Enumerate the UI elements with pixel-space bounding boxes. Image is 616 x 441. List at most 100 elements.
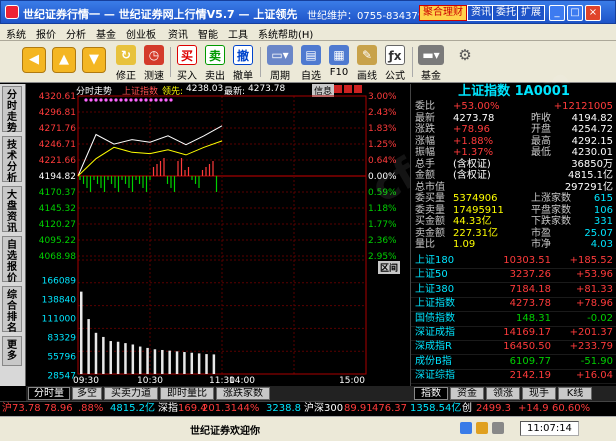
period-button[interactable]: ▭▾ 周期 bbox=[265, 45, 295, 82]
cancel-order-icon: 撤 bbox=[233, 45, 253, 65]
quote-row: 振幅 +1.37% 最低 4230.01 bbox=[411, 147, 616, 158]
price-tick-label: 4296.81 bbox=[39, 108, 76, 118]
quote-label: 买金额 bbox=[415, 216, 445, 227]
fund-icon: ▬▾ bbox=[418, 45, 444, 65]
quote-label-2: 市盈 bbox=[531, 227, 551, 239]
ticker-hs300-change: 476.37 bbox=[372, 403, 407, 414]
formula-button[interactable]: ƒx 公式 bbox=[382, 45, 408, 82]
event-marker bbox=[164, 98, 168, 102]
window-title: 世纪证券行情一 — 世纪证券网上行情V5.7 — 上证领先 bbox=[23, 8, 298, 21]
volume-bar bbox=[138, 346, 142, 374]
wealth-button[interactable]: 聚合理财 bbox=[419, 5, 467, 21]
time-tick-label: 14:00 bbox=[229, 376, 255, 386]
tab-volume-ratio[interactable]: 即时量比 bbox=[160, 387, 214, 400]
event-marker bbox=[139, 98, 143, 102]
volume-bar bbox=[212, 354, 216, 374]
menu-analysis[interactable]: 分析 bbox=[66, 26, 86, 41]
quote-value: 4273.78 bbox=[453, 112, 495, 124]
tab-intraday[interactable]: 分时走势 bbox=[2, 86, 22, 134]
settings-button[interactable]: ⚙ bbox=[452, 45, 478, 65]
menu-smart[interactable]: 智能 bbox=[198, 26, 218, 41]
sell-button[interactable]: 卖卖出 bbox=[202, 45, 228, 82]
tab-buy-sell-power[interactable]: 买卖力道 bbox=[104, 387, 158, 400]
maximize-icon[interactable]: □ bbox=[567, 5, 583, 21]
extend-button[interactable]: 扩展 bbox=[517, 5, 545, 21]
watchlist-button[interactable]: ▤ 自选 bbox=[298, 45, 324, 82]
speed-test-button[interactable]: ◷ 测速 bbox=[141, 45, 167, 82]
tab-long-short[interactable]: 多空 bbox=[72, 387, 102, 400]
gear-icon: ⚙ bbox=[458, 46, 472, 64]
range-button[interactable]: 区间 bbox=[378, 261, 401, 274]
close-icon[interactable]: × bbox=[585, 5, 601, 21]
volume-tick-label: 166089 bbox=[42, 277, 77, 287]
tab-more[interactable]: 更多 bbox=[2, 336, 22, 366]
network-icon[interactable] bbox=[460, 422, 472, 434]
fund-button[interactable]: ▬▾ 基金 bbox=[416, 45, 446, 82]
tab-ranking[interactable]: 综合排名 bbox=[2, 286, 22, 334]
tab-kline[interactable]: K线 bbox=[558, 387, 592, 400]
buy-button[interactable]: 买买入 bbox=[174, 45, 200, 82]
quote-value: 227.31亿 bbox=[453, 227, 498, 239]
ticker-sh-change: 78.96 bbox=[44, 403, 73, 414]
event-marker bbox=[154, 98, 158, 102]
cancel-order-button[interactable]: 撤撤单 bbox=[230, 45, 256, 82]
lock-icon[interactable] bbox=[492, 422, 504, 434]
quote-value: 1.09 bbox=[453, 239, 476, 250]
tab-leaders[interactable]: 领涨 bbox=[486, 387, 520, 400]
event-marker bbox=[109, 98, 113, 102]
tab-capital[interactable]: 资金 bbox=[450, 387, 484, 400]
tab-index[interactable]: 指数 bbox=[414, 387, 448, 400]
event-marker bbox=[94, 98, 98, 102]
volume-bar bbox=[131, 344, 135, 374]
event-marker bbox=[119, 98, 123, 102]
alert-icon[interactable] bbox=[476, 422, 488, 434]
ticker-gem-change: +14.9 bbox=[518, 403, 549, 414]
volume-bar bbox=[87, 319, 90, 374]
quote-row: 最新 4273.78 昨收 4194.82 bbox=[411, 113, 616, 124]
price-tick-label: 4320.61 bbox=[39, 92, 76, 102]
quote-value-2: 4815.1亿 bbox=[568, 170, 613, 181]
price-tick-label: 4246.71 bbox=[39, 140, 76, 150]
menu-help[interactable]: 系统帮助(H) bbox=[258, 26, 313, 41]
clock-icon: ◷ bbox=[144, 45, 164, 65]
news-button[interactable]: 资讯 bbox=[467, 5, 495, 21]
tab-volume[interactable]: 分时量 bbox=[28, 387, 70, 400]
menu-tools[interactable]: 工具 bbox=[228, 26, 248, 41]
up-arrow-icon[interactable]: ▲ bbox=[52, 47, 76, 73]
menu-news[interactable]: 资讯 bbox=[168, 26, 188, 41]
tab-watchlist[interactable]: 自选报价 bbox=[2, 236, 22, 284]
volume-bar bbox=[116, 341, 120, 374]
quote-value: (含权证) bbox=[453, 170, 491, 181]
down-arrow-icon[interactable]: ▼ bbox=[82, 47, 106, 73]
tab-technical[interactable]: 技术分析 bbox=[2, 136, 22, 184]
intraday-chart[interactable]: 分时走势 上证指数 领先: 4238.03 最新: 4273.78 信息 432… bbox=[26, 84, 410, 386]
menu-fund[interactable]: 基金 bbox=[96, 26, 116, 41]
time-tick-label: 10:30 bbox=[137, 376, 163, 386]
index-row[interactable]: 深证综指 2142.19 +16.04 bbox=[411, 368, 616, 385]
pct-tick-label: 2.43% bbox=[368, 108, 397, 118]
formula-icon: ƒx bbox=[385, 45, 405, 65]
ticker-gem-pct: 60.60% bbox=[552, 403, 591, 414]
tab-current-vol[interactable]: 现手 bbox=[522, 387, 556, 400]
pct-tick-label: 1.77% bbox=[368, 220, 397, 230]
menu-quote[interactable]: 报价 bbox=[36, 26, 56, 41]
back-arrow-icon[interactable]: ◀ bbox=[22, 47, 46, 73]
ticker-sh-pct: .88% bbox=[78, 403, 104, 414]
event-marker bbox=[129, 98, 133, 102]
pct-tick-label: 0.59% bbox=[368, 188, 397, 198]
draw-line-button[interactable]: ✎ 画线 bbox=[354, 45, 380, 82]
trade-button[interactable]: 委托 bbox=[492, 5, 520, 21]
menu-system[interactable]: 系统 bbox=[6, 26, 26, 41]
revise-button[interactable]: ↻ 修正 bbox=[113, 45, 139, 82]
tab-advance-decline[interactable]: 涨跌家数 bbox=[216, 387, 270, 400]
quote-label-2: 下跌家数 bbox=[531, 216, 571, 227]
ticker-hs300-label: 沪深300 bbox=[304, 403, 344, 414]
toolbar: ◀ ▲ ▼ ↻ 修正 ◷ 测速 买买入 卖卖出 撤撤单 ▭▾ 周期 ▤ 自选 ▦ F10 … bbox=[0, 41, 616, 83]
quote-row: 总市值 297291亿 bbox=[411, 182, 616, 193]
quote-value-2: 4254.72 bbox=[571, 124, 613, 135]
tab-market-news[interactable]: 大盘资讯 bbox=[2, 186, 22, 234]
quote-value: +1.37% bbox=[453, 147, 494, 158]
f10-button[interactable]: ▦ F10 bbox=[326, 45, 352, 78]
minimize-icon[interactable]: _ bbox=[549, 5, 565, 21]
menu-gem[interactable]: 创业板 bbox=[126, 26, 156, 41]
